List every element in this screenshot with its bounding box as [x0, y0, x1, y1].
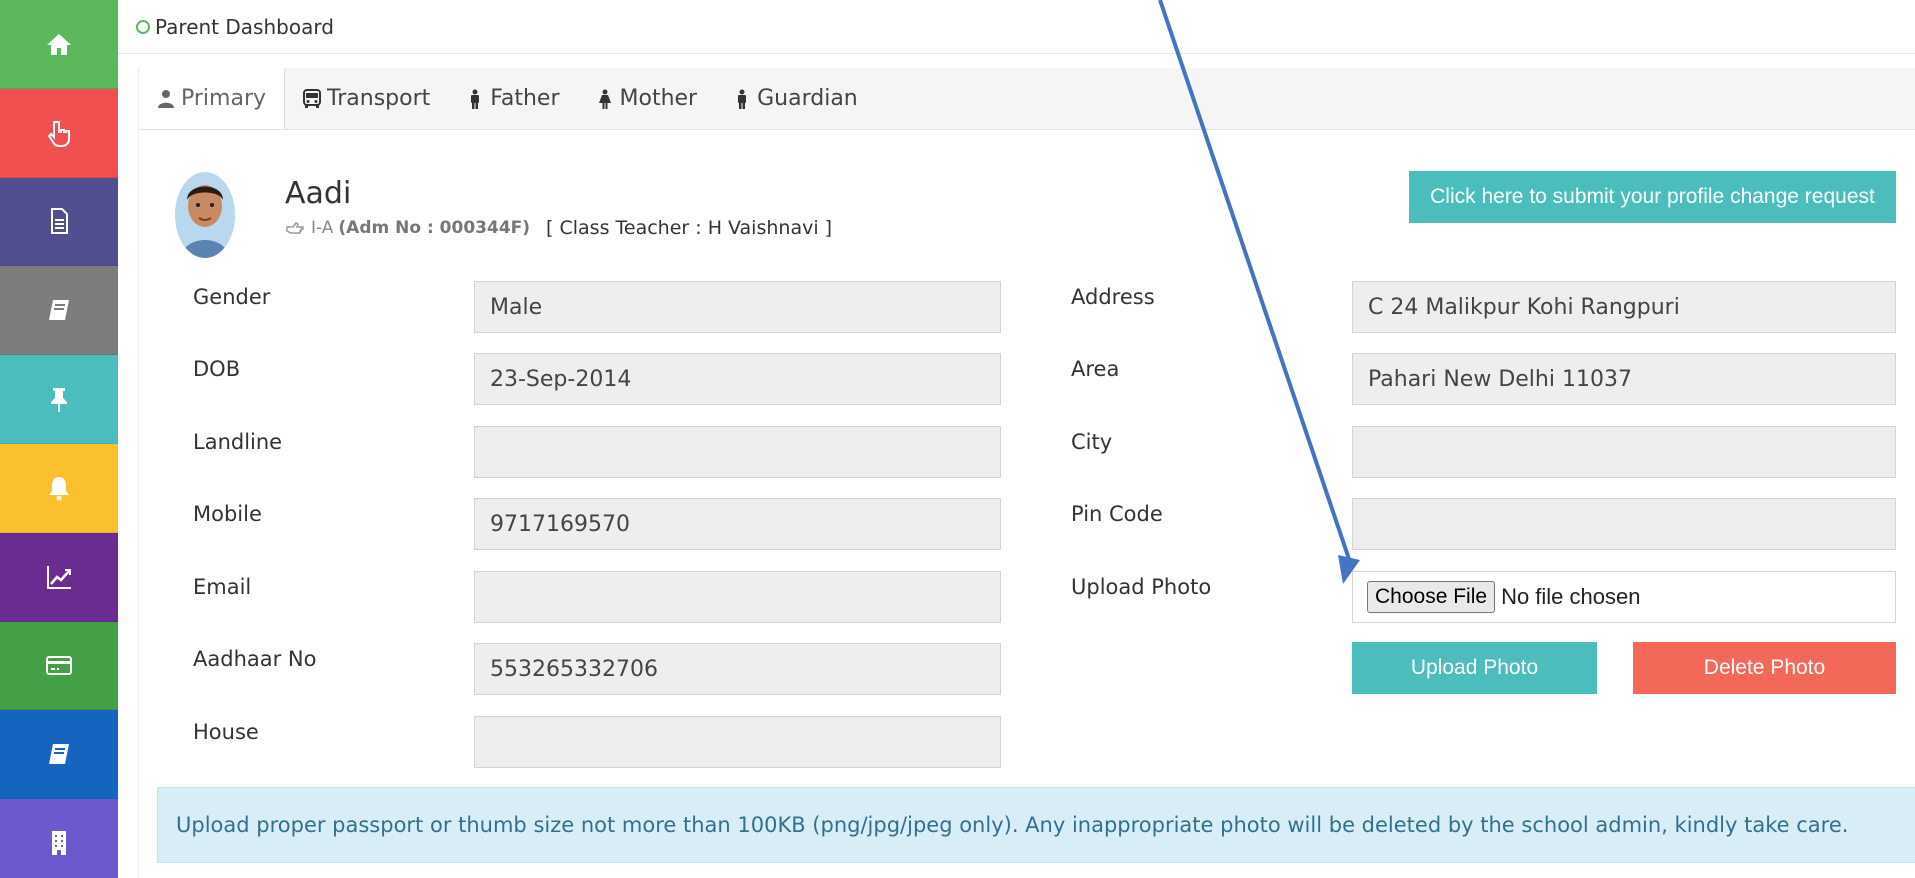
pin-code-field[interactable]	[1352, 498, 1896, 550]
tab-label: Father	[490, 86, 560, 111]
sidebar-item-library[interactable]	[0, 710, 118, 800]
sidebar-item-reports[interactable]	[0, 532, 118, 622]
sidebar-item-school[interactable]	[0, 799, 118, 878]
tab-label: Primary	[181, 86, 267, 111]
top-bar: Parent Dashboard	[118, 0, 1915, 54]
profile-change-request-button[interactable]: Click here to submit your profile change…	[1409, 171, 1896, 223]
label-area: Area	[1071, 357, 1120, 381]
aadhaar-field[interactable]: 553265332706	[474, 643, 1001, 695]
tab-label: Mother	[619, 86, 698, 111]
photo-upload-notice: Upload proper passport or thumb size not…	[157, 787, 1915, 863]
label-email: Email	[193, 575, 252, 599]
document-icon	[51, 208, 68, 235]
tab-mother[interactable]: Mother	[578, 68, 716, 129]
sidebar-item-documents[interactable]	[0, 177, 118, 267]
upload-photo-button[interactable]: Upload Photo	[1352, 642, 1597, 694]
building-icon	[52, 831, 66, 856]
mobile-field[interactable]: 9717169570	[474, 498, 1001, 550]
sidebar-item-notifications[interactable]	[0, 443, 118, 533]
sidebar-item-books[interactable]	[0, 266, 118, 356]
bell-icon	[49, 476, 69, 501]
address-field[interactable]: C 24 Malikpur Kohi Rangpuri	[1352, 281, 1896, 333]
delete-photo-button[interactable]: Delete Photo	[1633, 642, 1896, 694]
female-icon	[598, 89, 611, 109]
choose-file-button[interactable]: Choose File	[1367, 581, 1496, 613]
book-icon	[49, 744, 69, 765]
gender-field[interactable]: Male	[474, 281, 1001, 333]
student-avatar	[175, 172, 235, 258]
sidebar-item-pin[interactable]	[0, 355, 118, 444]
home-icon	[47, 33, 71, 55]
label-address: Address	[1071, 285, 1155, 309]
credit-card-icon	[46, 656, 72, 676]
label-pin-code: Pin Code	[1071, 502, 1163, 526]
landline-field[interactable]	[474, 426, 1001, 478]
area-field[interactable]: Pahari New Delhi 11037	[1352, 353, 1896, 405]
sidebar-item-activities[interactable]	[0, 88, 118, 178]
file-status: No file chosen	[1501, 584, 1641, 609]
sidebar-item-home[interactable]	[0, 0, 118, 89]
student-name: Aadi	[285, 176, 352, 211]
tab-label: Transport	[327, 86, 431, 111]
label-dob: DOB	[193, 357, 241, 381]
city-field[interactable]	[1352, 426, 1896, 478]
bus-icon	[303, 88, 322, 108]
male-icon	[738, 89, 747, 109]
label-gender: Gender	[193, 285, 271, 309]
sidebar	[0, 0, 118, 878]
label-aadhaar: Aadhaar No	[193, 647, 317, 671]
hand-right-icon	[286, 222, 304, 234]
tab-father[interactable]: Father	[448, 68, 577, 129]
user-icon	[158, 89, 174, 108]
admission-number: (Adm No : 000344F)	[338, 218, 531, 238]
house-field[interactable]	[474, 716, 1001, 768]
chart-line-icon	[47, 565, 71, 589]
label-house: House	[193, 720, 259, 744]
email-field[interactable]	[474, 571, 1001, 623]
profile-tabs: Primary Transport Father Mother Guardian	[139, 68, 1915, 130]
tab-transport[interactable]: Transport	[285, 68, 448, 129]
main-panel: Primary Transport Father Mother Guardian	[138, 68, 1915, 878]
sidebar-item-fees[interactable]	[0, 621, 118, 711]
male-icon	[471, 89, 480, 109]
tab-guardian[interactable]: Guardian	[715, 68, 876, 129]
student-class: I-A	[311, 218, 334, 238]
dob-field[interactable]: 23-Sep-2014	[474, 353, 1001, 405]
label-upload-photo: Upload Photo	[1071, 575, 1212, 599]
student-profile: Aadi I-A (Adm No : 000344F) [ Class Teac…	[175, 172, 832, 258]
status-circle-icon	[136, 19, 150, 34]
label-mobile: Mobile	[193, 502, 262, 526]
hand-pointer-icon	[47, 120, 70, 147]
photo-file-input[interactable]: Choose File No file chosen	[1352, 571, 1896, 623]
page-title: Parent Dashboard	[155, 14, 334, 39]
book-icon	[49, 300, 69, 321]
tab-primary[interactable]: Primary	[139, 68, 286, 129]
tab-label: Guardian	[757, 86, 858, 111]
class-teacher: [ Class Teacher : H Vaishnavi ]	[546, 217, 833, 239]
pin-icon	[51, 388, 67, 413]
label-city: City	[1071, 430, 1113, 454]
label-landline: Landline	[193, 430, 283, 454]
